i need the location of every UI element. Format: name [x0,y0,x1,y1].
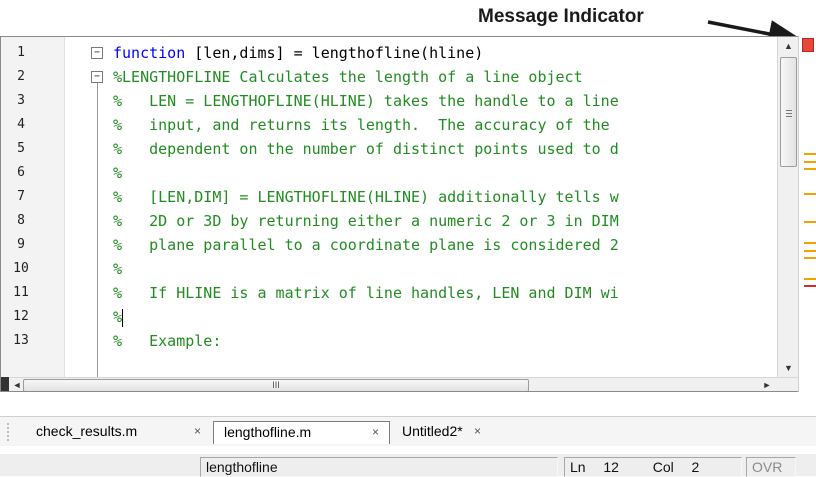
code-line[interactable]: % [113,305,124,329]
warning-marker[interactable] [804,193,816,195]
warning-marker[interactable] [804,257,816,259]
editor-window: 1 2 3 4 5 6 7 8 9 10 11 12 13 − − function [len,dims]… [0,36,816,477]
fold-toggle-icon[interactable]: − [91,71,103,83]
line-number: 11 [13,285,29,300]
horizontal-scrollbar[interactable]: ◄ III ► [1,377,798,391]
warning-marker[interactable] [804,153,816,155]
line-number: 9 [17,237,25,252]
line-number: 13 [13,333,29,348]
text-cursor [122,308,124,327]
fold-toggle-icon[interactable]: − [91,47,103,59]
scroll-up-icon[interactable]: ▲ [778,37,798,55]
code-line[interactable]: % input, and returns its length. The acc… [113,113,610,137]
scroll-down-icon[interactable]: ▼ [778,359,798,377]
document-tab-bar: check_results.m × lengthofline.m × Untit… [0,416,816,446]
tab-check-results[interactable]: check_results.m × [22,421,212,444]
horizontal-scroll-thumb[interactable]: III [23,379,529,391]
status-overwrite-mode: OVR [746,457,796,477]
status-function-name: lengthofline [200,457,558,477]
line-number: 10 [13,261,29,276]
vertical-scrollbar[interactable]: ▲ ▼ [777,37,798,377]
col-label: Col [652,459,674,475]
code-line[interactable]: % [LEN,DIM] = LENGTHOFLINE(HLINE) additi… [113,185,619,209]
line-number: 3 [17,93,25,108]
tab-label: lengthofline.m [224,424,312,440]
code-line[interactable]: % If HLINE is a matrix of line handles, … [113,281,619,305]
split-handle[interactable] [1,377,9,391]
status-bar: lengthofline Ln 12 Col 2 OVR [0,454,816,477]
tab-label: Untitled2* [402,423,463,439]
code-line[interactable]: % plane parallel to a coordinate plane i… [113,233,619,257]
line-number: 12 [13,309,29,324]
message-indicator-icon[interactable] [802,38,814,52]
line-number-gutter: 1 2 3 4 5 6 7 8 9 10 11 12 13 [1,37,65,391]
tab-untitled2[interactable]: Untitled2* × [392,421,502,444]
tab-lengthofline[interactable]: lengthofline.m × [213,421,390,444]
code-line[interactable]: %LENGTHOFLINE Calculates the length of a… [113,65,583,89]
scroll-right-icon[interactable]: ► [759,378,775,391]
line-number: 2 [17,69,25,84]
line-number: 5 [17,141,25,156]
code-line[interactable]: % [113,257,122,281]
warning-marker[interactable] [804,161,816,163]
code-line[interactable]: % Example: [113,329,221,353]
line-number: 6 [17,165,25,180]
code-line[interactable]: % LEN = LENGTHOFLINE(HLINE) takes the ha… [113,89,619,113]
code-line[interactable]: function [len,dims] = lengthofline(hline… [113,41,483,65]
warning-marker[interactable] [804,250,816,252]
warning-marker[interactable] [804,168,816,170]
ln-value: 12 [603,459,619,475]
tab-close-icon[interactable]: × [474,421,481,442]
tab-label: check_results.m [36,423,138,439]
line-number: 1 [17,45,25,60]
tab-bar-grip-icon[interactable] [6,422,10,442]
code-editor[interactable]: 1 2 3 4 5 6 7 8 9 10 11 12 13 − − function [len,dims]… [0,36,798,392]
line-number: 4 [17,117,25,132]
col-value: 2 [691,459,700,475]
status-cursor-position: Ln 12 Col 2 [564,457,742,477]
code-line[interactable]: % [113,161,122,185]
line-number: 8 [17,213,25,228]
line-number: 7 [17,189,25,204]
warning-marker[interactable] [804,278,816,280]
code-line[interactable]: % dependent on the number of distinct po… [113,137,619,161]
warning-marker[interactable] [804,221,816,223]
tab-close-icon[interactable]: × [194,421,201,442]
error-marker[interactable] [804,285,816,287]
vertical-scroll-thumb[interactable] [780,57,797,167]
tab-close-icon[interactable]: × [372,422,379,443]
message-bar[interactable] [798,36,816,392]
ln-label: Ln [570,459,586,475]
warning-marker[interactable] [804,242,816,244]
code-line[interactable]: % 2D or 3D by returning either a numeric… [113,209,619,233]
message-indicator-callout: Message Indicator [478,6,644,27]
